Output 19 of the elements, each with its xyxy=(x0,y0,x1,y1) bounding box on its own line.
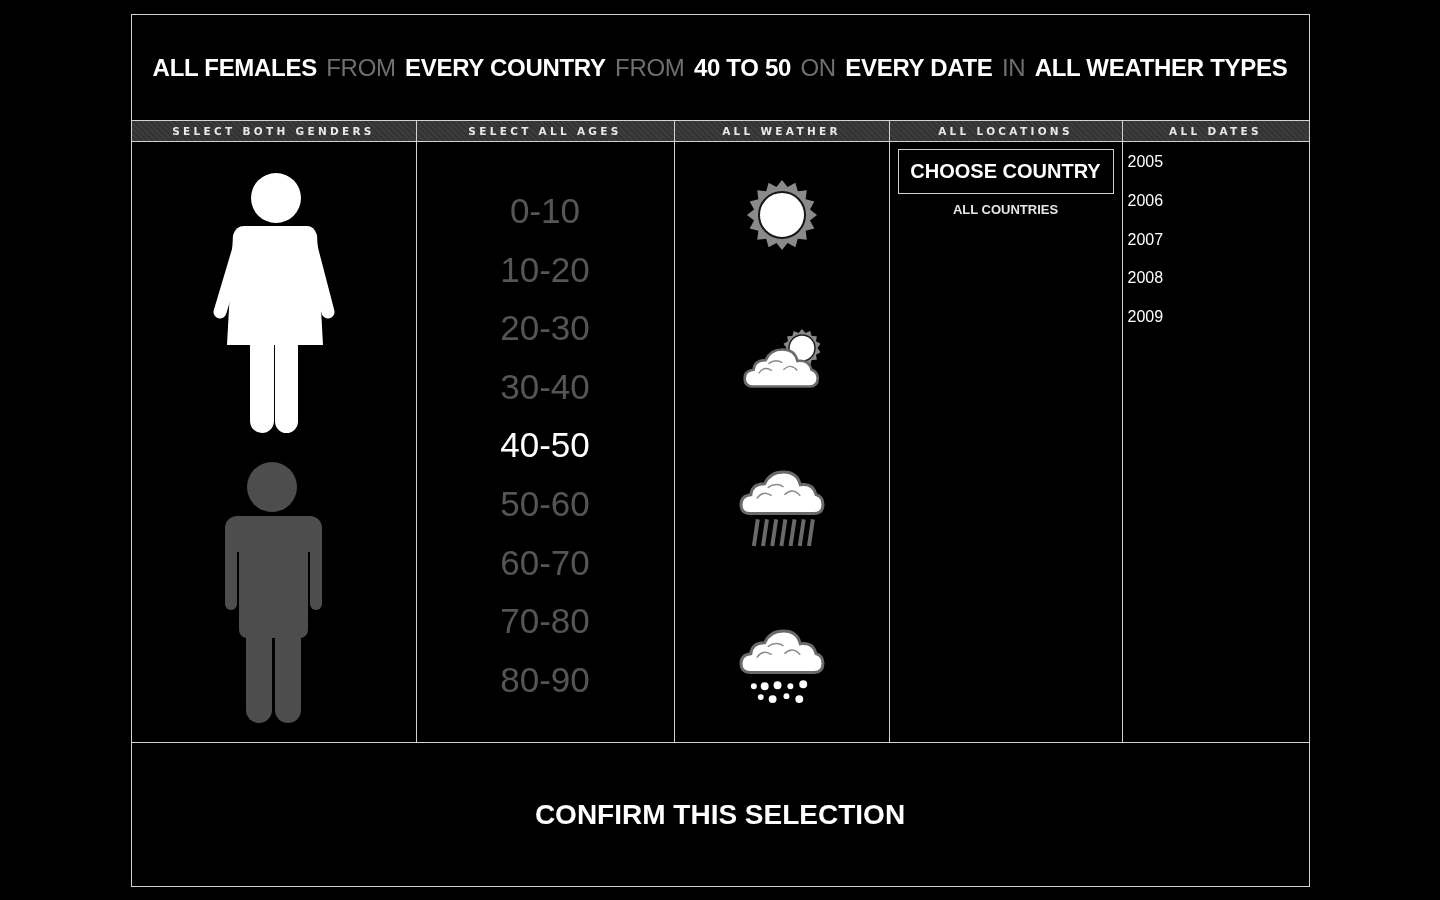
column-header[interactable]: ALL WEATHER xyxy=(673,121,889,142)
rain-cloud-icon[interactable] xyxy=(737,468,826,548)
sun-icon[interactable] xyxy=(746,180,817,250)
column-header[interactable]: SELECT ALL AGES xyxy=(415,121,674,142)
confirm-button[interactable]: CONFIRM THIS SELECTION xyxy=(524,792,916,837)
column-header[interactable]: ALL LOCATIONS xyxy=(888,121,1122,142)
choose-country-button[interactable]: CHOOSE COUNTRY xyxy=(897,149,1114,194)
date-option[interactable]: 2005 xyxy=(1127,153,1164,170)
selected-location: ALL COUNTRIES xyxy=(952,202,1059,218)
column-header[interactable]: SELECT BOTH GENDERS xyxy=(131,121,416,142)
date-option[interactable]: 2006 xyxy=(1127,191,1164,209)
date-option[interactable]: 2007 xyxy=(1127,230,1164,248)
date-option[interactable]: 2009 xyxy=(1127,308,1164,326)
date-option[interactable]: 2008 xyxy=(1127,269,1164,287)
selection-summary: ALL FEMALES FROM EVERY COUNTRY FROM 40 TO 50 ON EVERY DATE IN ALL WEATHER TYPES xyxy=(152,53,1288,82)
column-header[interactable]: ALL DATES xyxy=(1121,121,1309,142)
female-figure-icon[interactable] xyxy=(212,173,335,433)
cloud-sun-icon[interactable] xyxy=(741,329,822,389)
age-option[interactable]: 40-50 xyxy=(496,425,594,465)
